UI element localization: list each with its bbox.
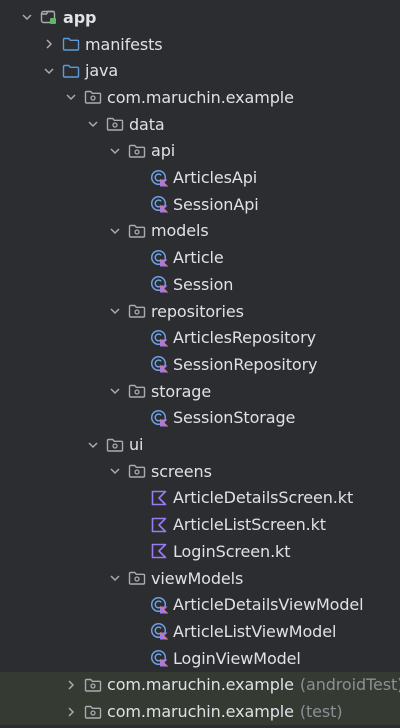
tree-row-com-maruchin-example[interactable]: com.maruchin.example (test): [0, 698, 400, 725]
package-icon: [128, 222, 146, 240]
tree-row-article[interactable]: Article: [0, 244, 400, 271]
tree-row-articlesapi[interactable]: ArticlesApi: [0, 164, 400, 191]
tree-row-articlelistviewmodel[interactable]: ArticleListViewModel: [0, 618, 400, 645]
project-tree: app manifests java com.maruchin.example data…: [0, 0, 400, 728]
chevron-down-icon[interactable]: [108, 464, 122, 478]
chevron-down-icon[interactable]: [108, 384, 122, 398]
tree-row-java[interactable]: java: [0, 57, 400, 84]
tree-row-label: manifests: [85, 34, 163, 54]
tree-row-manifests[interactable]: manifests: [0, 31, 400, 58]
tree-row-label: LoginViewModel: [173, 648, 301, 668]
tree-row-loginscreen-kt[interactable]: LoginScreen.kt: [0, 538, 400, 565]
package-icon: [128, 382, 146, 400]
kotlin-class-icon: [150, 649, 168, 668]
chevron-down-icon[interactable]: [108, 144, 122, 158]
tree-row-com-maruchin-example[interactable]: com.maruchin.example: [0, 84, 400, 111]
tree-row-sessionrepository[interactable]: SessionRepository: [0, 351, 400, 378]
kotlin-class-icon: [150, 195, 168, 214]
tree-row-label: Article: [173, 248, 224, 268]
chevron-down-icon[interactable]: [20, 10, 34, 24]
tree-row-label: screens: [151, 461, 212, 481]
tree-row-loginviewmodel[interactable]: LoginViewModel: [0, 645, 400, 672]
folder-blue-icon: [62, 62, 80, 80]
chevron-right-icon[interactable]: [42, 37, 56, 51]
source-set-suffix: (androidTest): [299, 675, 400, 695]
tree-row-label: app: [63, 7, 97, 27]
tree-row-api[interactable]: api: [0, 138, 400, 165]
tree-row-label: ArticleDetailsViewModel: [173, 595, 364, 615]
kotlin-class-icon: [150, 169, 168, 187]
package-icon: [106, 436, 124, 454]
tree-row-label: ArticleDetailsScreen.kt: [173, 488, 354, 508]
package-icon: [84, 676, 102, 694]
package-icon: [84, 703, 102, 721]
tree-row-label: java: [85, 61, 119, 81]
tree-row-sessionapi[interactable]: SessionApi: [0, 191, 400, 218]
tree-row-ui[interactable]: ui: [0, 431, 400, 458]
tree-row-label: com.maruchin.example: [107, 702, 294, 722]
package-icon: [128, 569, 146, 587]
kotlin-class-icon: [150, 249, 168, 267]
tree-row-label: SessionApi: [173, 194, 259, 214]
chevron-down-icon[interactable]: [108, 304, 122, 318]
source-set-suffix: (test): [299, 702, 343, 722]
tree-row-label: viewModels: [151, 568, 244, 588]
package-icon: [128, 142, 146, 160]
tree-row-label: repositories: [151, 301, 244, 321]
module-icon: [40, 8, 58, 26]
tree-row-label: ArticleListViewModel: [173, 621, 337, 641]
tree-row-app[interactable]: app: [0, 4, 400, 31]
kotlin-class-icon: [150, 329, 168, 347]
kotlin-file-icon: [150, 516, 168, 534]
tree-row-label: Session: [173, 274, 234, 294]
kotlin-class-icon: [150, 355, 168, 374]
tree-row-label: storage: [151, 381, 212, 401]
chevron-down-icon[interactable]: [108, 224, 122, 238]
package-icon: [106, 115, 124, 133]
tree-row-label: LoginScreen.kt: [173, 541, 291, 561]
tree-row-repositories[interactable]: repositories: [0, 298, 400, 325]
tree-row-storage[interactable]: storage: [0, 378, 400, 405]
tree-row-label: ArticlesRepository: [173, 328, 316, 348]
tree-row-articledetailsviewmodel[interactable]: ArticleDetailsViewModel: [0, 591, 400, 618]
chevron-down-icon[interactable]: [86, 438, 100, 452]
chevron-down-icon[interactable]: [86, 117, 100, 131]
tree-row-com-maruchin-example[interactable]: com.maruchin.example (androidTest): [0, 671, 400, 699]
tree-row-label: com.maruchin.example: [107, 675, 294, 695]
tree-row-articledetailsscreen-kt[interactable]: ArticleDetailsScreen.kt: [0, 485, 400, 512]
kotlin-class-icon: [150, 275, 168, 294]
kotlin-class-icon: [150, 596, 168, 614]
package-icon: [128, 462, 146, 480]
tree-row-articlesrepository[interactable]: ArticlesRepository: [0, 324, 400, 351]
tree-row-label: ArticlesApi: [173, 168, 258, 188]
tree-row-models[interactable]: models: [0, 218, 400, 245]
chevron-down-icon[interactable]: [108, 571, 122, 585]
kotlin-class-icon: [150, 622, 168, 641]
tree-row-label: models: [151, 221, 209, 241]
chevron-right-icon[interactable]: [64, 678, 78, 692]
kotlin-file-icon: [150, 542, 168, 560]
tree-row-sessionstorage[interactable]: SessionStorage: [0, 405, 400, 432]
chevron-down-icon[interactable]: [42, 64, 56, 78]
chevron-right-icon[interactable]: [64, 705, 78, 719]
chevron-down-icon[interactable]: [64, 90, 78, 104]
kotlin-class-icon: [150, 409, 168, 427]
tree-row-data[interactable]: data: [0, 111, 400, 138]
tree-row-label: data: [129, 114, 165, 134]
kotlin-file-icon: [150, 489, 168, 507]
tree-row-label: SessionStorage: [173, 408, 296, 428]
tree-row-label: com.maruchin.example: [107, 87, 294, 107]
tree-row-label: api: [151, 141, 176, 161]
tree-row-articlelistscreen-kt[interactable]: ArticleListScreen.kt: [0, 511, 400, 538]
tree-row-viewmodels[interactable]: viewModels: [0, 565, 400, 592]
package-icon: [128, 302, 146, 320]
tree-row-screens[interactable]: screens: [0, 458, 400, 485]
package-icon: [84, 88, 102, 106]
tree-row-session[interactable]: Session: [0, 271, 400, 298]
folder-blue-icon: [62, 35, 80, 53]
tree-row-label: ui: [129, 435, 144, 455]
tree-row-label: SessionRepository: [173, 354, 318, 374]
tree-row-label: ArticleListScreen.kt: [173, 515, 326, 535]
